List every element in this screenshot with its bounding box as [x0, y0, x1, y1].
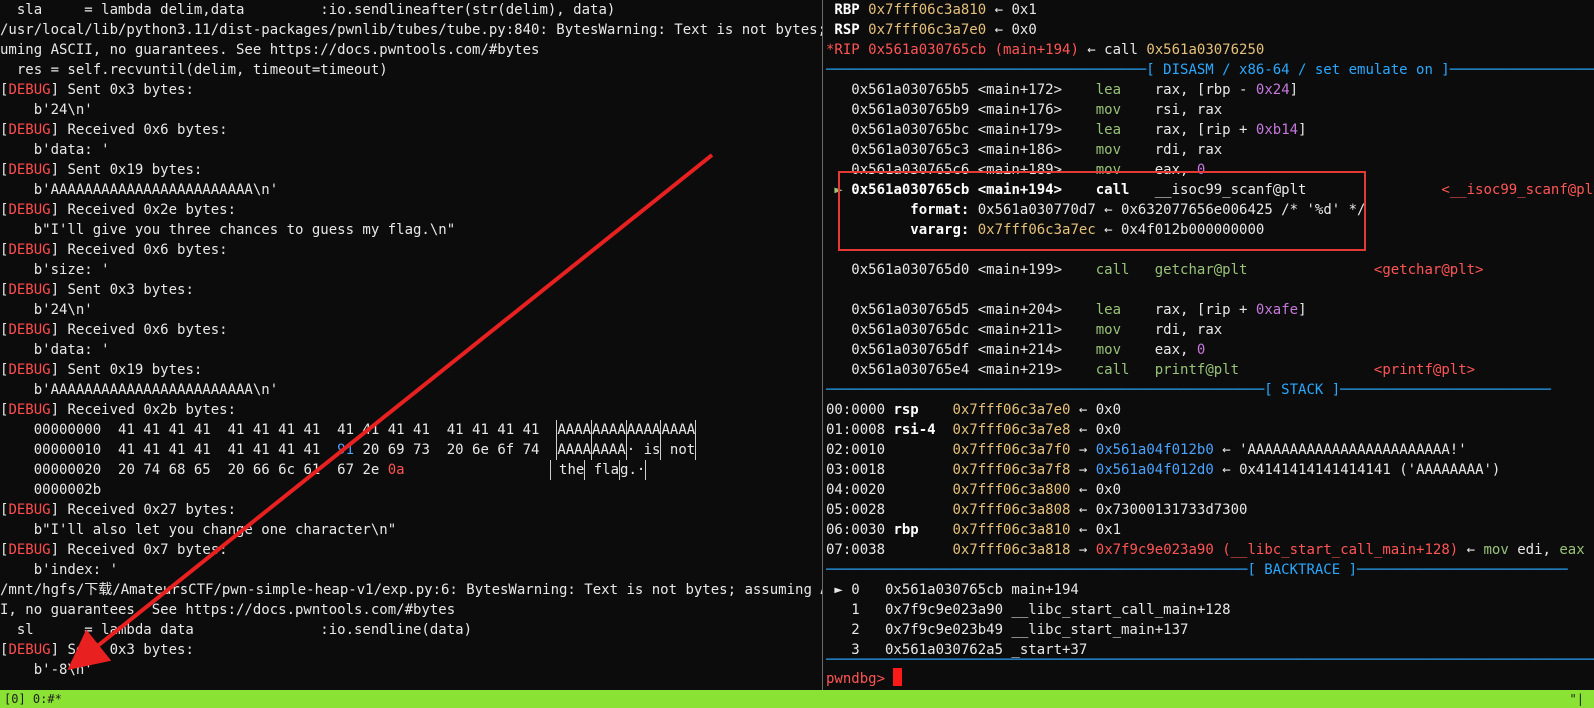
annotation-arrow-line: [67, 153, 714, 670]
tmux-window-list[interactable]: [0] 0:#*: [4, 690, 62, 708]
tmux-status-bar: [0] 0:#* "|: [0, 690, 1594, 708]
annotation-arrow: [67, 153, 714, 670]
tmux-status-right: "|: [1569, 692, 1584, 706]
